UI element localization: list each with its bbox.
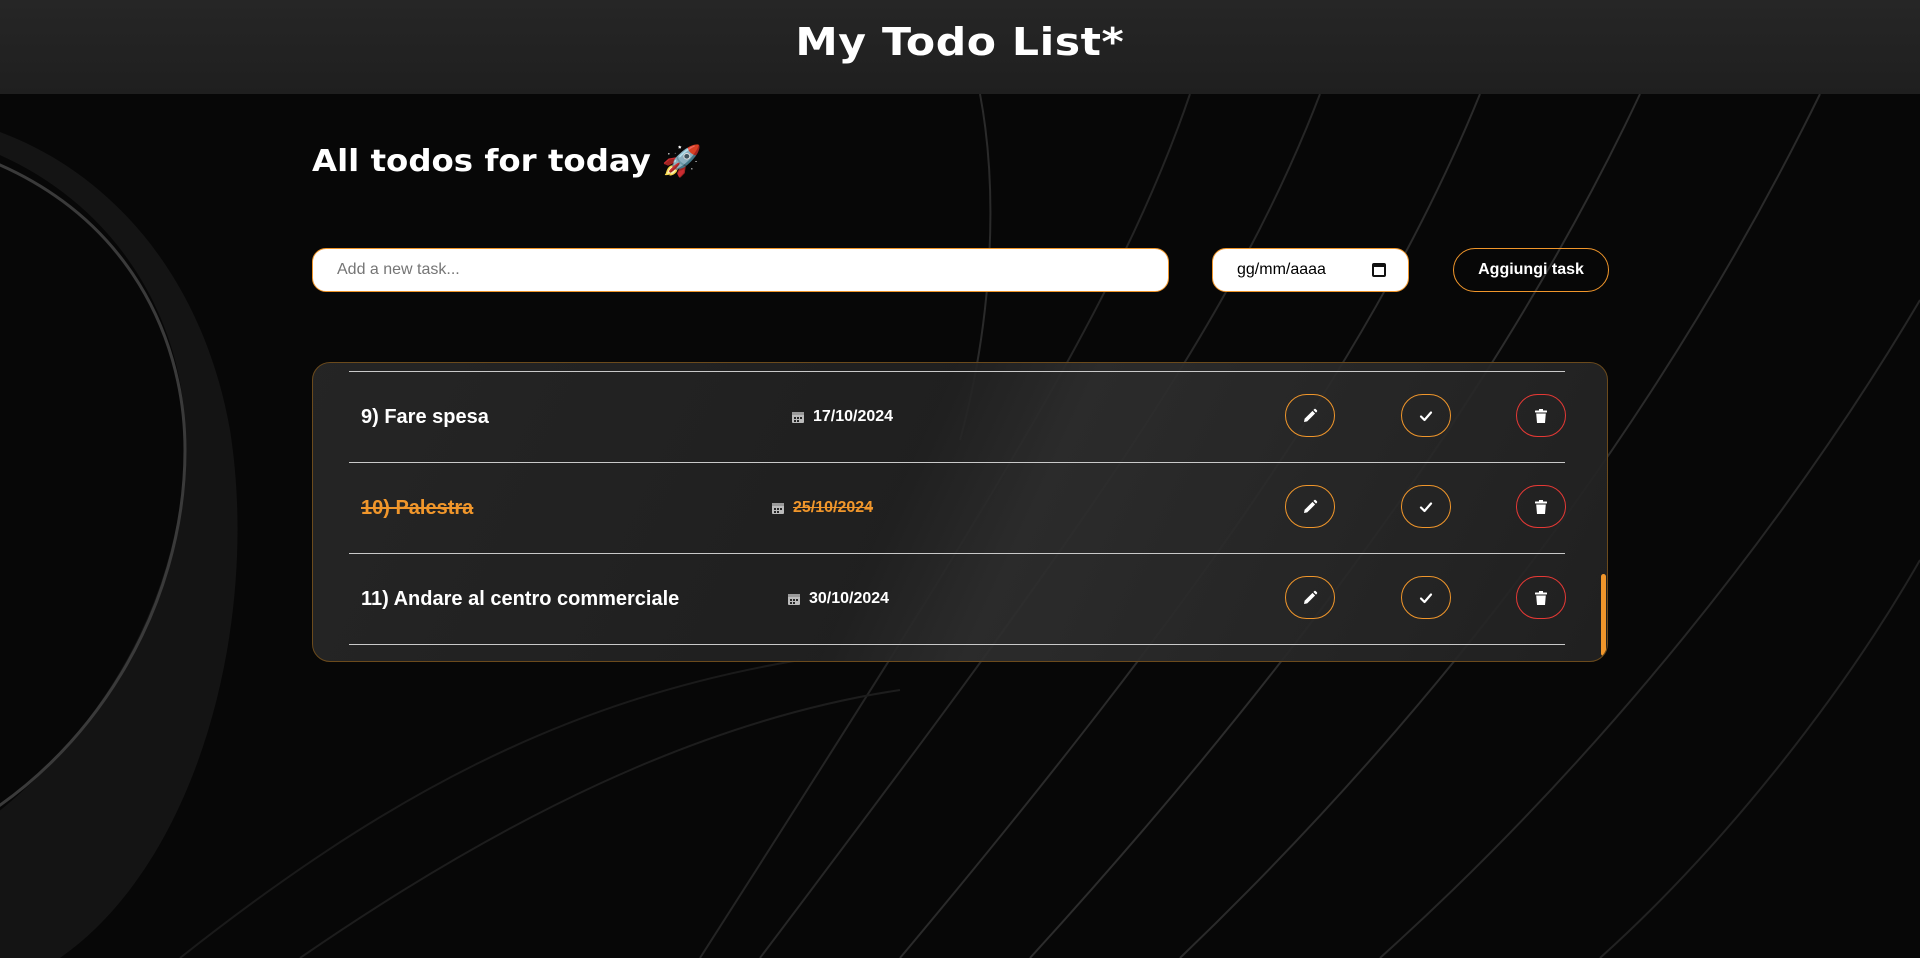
todo-date: 17/10/2024 — [791, 372, 893, 462]
calendar-icon — [772, 503, 784, 514]
task-input[interactable] — [312, 248, 1169, 292]
todo-date: 25/10/2024 — [771, 463, 873, 553]
add-task-form: gg/mm/aaaa Aggiungi task — [312, 248, 1609, 292]
calendar-picker-icon[interactable] — [1372, 263, 1386, 277]
rocket-icon: 🚀 — [661, 143, 703, 179]
date-input[interactable]: gg/mm/aaaa — [1212, 248, 1409, 292]
complete-button[interactable] — [1401, 485, 1451, 528]
date-input-value: gg/mm/aaaa — [1237, 261, 1326, 278]
trash-icon — [1535, 499, 1547, 514]
complete-button[interactable] — [1401, 576, 1451, 619]
app-title: My Todo List* — [795, 20, 1125, 64]
delete-button[interactable] — [1516, 394, 1566, 437]
page-heading: All todos for today 🚀 — [312, 142, 1712, 180]
check-icon — [1419, 410, 1433, 421]
pencil-icon — [1304, 499, 1318, 513]
pencil-icon — [1304, 408, 1318, 422]
edit-button[interactable] — [1285, 485, 1335, 528]
add-task-button[interactable]: Aggiungi task — [1453, 248, 1609, 292]
page-heading-text: All todos for today — [312, 143, 651, 179]
todo-title: 10) Palestra — [361, 497, 474, 519]
delete-button[interactable] — [1516, 485, 1566, 528]
todo-date-text: 25/10/2024 — [793, 499, 874, 516]
todo-row: 9) Fare spesa 17/10/2024 — [349, 372, 1566, 463]
todo-date-text: 30/10/2024 — [809, 590, 890, 607]
delete-button[interactable] — [1516, 576, 1566, 619]
todo-row: 11) Andare al centro commerciale 30/10/2… — [349, 554, 1566, 645]
todo-list: 9) Fare spesa 17/10/2024 10) Palestra 25… — [312, 362, 1608, 662]
calendar-icon — [792, 412, 804, 423]
todo-date-text: 17/10/2024 — [813, 408, 894, 425]
todo-title: 11) Andare al centro commerciale — [361, 588, 680, 610]
pencil-icon — [1304, 590, 1318, 604]
complete-button[interactable] — [1401, 394, 1451, 437]
calendar-icon — [788, 594, 800, 605]
check-icon — [1419, 592, 1433, 603]
todo-date: 30/10/2024 — [787, 554, 889, 644]
edit-button[interactable] — [1285, 576, 1335, 619]
app-header: My Todo List* — [0, 0, 1920, 94]
check-icon — [1419, 501, 1433, 512]
trash-icon — [1535, 408, 1547, 423]
todo-title: 9) Fare spesa — [361, 406, 489, 428]
trash-icon — [1535, 590, 1547, 605]
todo-row-completed: 10) Palestra 25/10/2024 — [349, 463, 1566, 554]
edit-button[interactable] — [1285, 394, 1335, 437]
main-content: All todos for today 🚀 gg/mm/aaaa Aggiung… — [312, 94, 1609, 662]
list-scrollbar[interactable] — [1601, 574, 1606, 656]
